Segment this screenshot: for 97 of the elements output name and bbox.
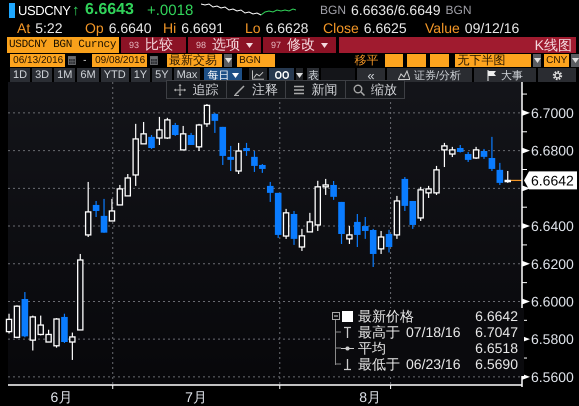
stat-value: 6.6625 <box>364 20 407 36</box>
collapse-icon[interactable] <box>332 312 340 320</box>
period-button[interactable]: 1M <box>54 68 76 82</box>
chart-icon <box>398 70 410 80</box>
selection-marker <box>9 2 15 18</box>
low-marker-icon <box>341 358 354 370</box>
legend-date: 07/18/16 <box>406 324 460 340</box>
square-icon <box>341 310 354 322</box>
menu-button[interactable]: 93 比较 <box>121 37 186 53</box>
legend-value: 6.6518 <box>475 340 518 356</box>
magnifier-icon <box>352 84 365 96</box>
period-button[interactable]: 5Y <box>152 68 172 82</box>
panel-title: K线图 <box>339 37 576 53</box>
axis-label: 8月 <box>359 389 382 405</box>
caret-icon <box>296 72 304 78</box>
axis-label: 6.7000 <box>531 104 574 121</box>
dropdown-button[interactable] <box>224 54 232 67</box>
input-field[interactable] <box>406 54 426 67</box>
axis-label: 6.5800 <box>531 331 574 348</box>
caret-icon <box>224 58 232 63</box>
calendar-icon <box>68 56 76 65</box>
zoom-button[interactable]: 缩放 <box>346 81 404 98</box>
period-button[interactable]: YTD <box>100 68 129 82</box>
annotate-button[interactable]: 注释 <box>226 81 286 98</box>
pencil-icon <box>234 84 246 96</box>
stat-value: 6.6640 <box>108 20 152 36</box>
stat-label: Op <box>85 20 104 36</box>
bid-ask: 6.6636/6.6649 <box>351 2 441 18</box>
trend-arrow: ↑ <box>72 2 80 18</box>
stat-label: Close <box>323 20 359 36</box>
news-button[interactable]: 新闻 <box>286 81 346 98</box>
caret-icon <box>534 58 541 63</box>
calendar-icon <box>150 56 158 65</box>
axis-label: 6.6000 <box>531 293 574 310</box>
legend-value: 6.7047 <box>475 324 518 340</box>
legend-label: 最新价格 <box>358 308 414 324</box>
axis-label: 6.6200 <box>531 256 574 272</box>
shortcut-number: 97 <box>271 40 282 50</box>
axis-label: 7月 <box>185 389 207 405</box>
legend-value: 6.6642 <box>475 308 518 324</box>
shortcut-number: 93 <box>129 40 140 50</box>
stat-value: 09/12/16 <box>464 20 520 36</box>
circles-icon <box>274 71 289 79</box>
price-change: +.0018 <box>147 2 194 18</box>
list-icon <box>293 84 306 96</box>
input-field[interactable] <box>385 54 403 67</box>
stat-label: At <box>17 20 30 36</box>
smoothing-label: 移平 <box>354 54 380 67</box>
line-chart-icon <box>252 70 264 80</box>
ticker: USDCNY <box>18 2 72 18</box>
track-button[interactable]: 追踪 <box>167 81 226 98</box>
period-button[interactable]: 3D <box>32 68 52 82</box>
date-field[interactable]: 09/08/2016 <box>92 54 148 67</box>
shortcut-number: 98 <box>196 40 206 50</box>
security-field[interactable]: USDCNY BGN Curncy <box>7 37 119 53</box>
analysis-button[interactable]: 证券/分析 <box>387 68 472 82</box>
legend-label: 最低于 <box>358 356 400 372</box>
lower-chart-select[interactable]: 无下半图 <box>455 54 532 67</box>
period-button[interactable]: 6M <box>77 68 99 82</box>
stat-label: Value <box>425 20 460 36</box>
axis-label: 6.6800 <box>531 142 574 159</box>
period-button[interactable]: 1Y <box>130 68 150 82</box>
currency-select[interactable]: CNY <box>544 54 570 67</box>
source-field[interactable]: BGN <box>237 54 275 67</box>
settings-icon <box>552 70 562 80</box>
stat-label: Lo <box>245 20 261 36</box>
input-field[interactable] <box>430 54 450 67</box>
field-select[interactable]: 最新交易 <box>167 54 222 67</box>
legend-label: 平均 <box>358 340 386 356</box>
axis-label: 6.6400 <box>531 218 574 234</box>
caret-icon <box>572 58 579 63</box>
legend-label: 最高于 <box>358 324 400 340</box>
source-label: BGN <box>320 3 346 17</box>
settings-button[interactable] <box>538 68 576 82</box>
caret-icon <box>232 72 240 78</box>
legend-date: 06/23/16 <box>406 356 460 372</box>
period-button[interactable]: 1D <box>10 68 30 82</box>
stat-value: 5:22 <box>35 20 62 36</box>
source-label: BGN <box>446 3 472 17</box>
last-price: 6.6643 <box>85 1 135 19</box>
flag-icon <box>487 70 497 80</box>
events-button[interactable]: 大事 <box>474 68 536 82</box>
dropdown-button[interactable] <box>533 54 542 67</box>
separator: - <box>83 54 88 67</box>
high-marker-icon <box>341 326 354 338</box>
menu-button[interactable]: 98 选项 <box>188 37 261 53</box>
legend-value: 6.5690 <box>475 356 518 372</box>
axis-label: 6.5600 <box>531 368 574 385</box>
price-label: 6.6642 <box>524 171 577 190</box>
stat-label: Hi <box>163 20 176 36</box>
menu-button[interactable]: 97 修改 <box>263 37 336 53</box>
stat-value: 6.6691 <box>181 20 224 36</box>
crosshair-icon <box>174 84 186 96</box>
axis-label: 6月 <box>50 389 72 405</box>
last-price-line <box>510 180 522 182</box>
stat-value: 6.6628 <box>266 20 308 36</box>
date-field[interactable]: 06/13/2016 <box>10 54 66 67</box>
